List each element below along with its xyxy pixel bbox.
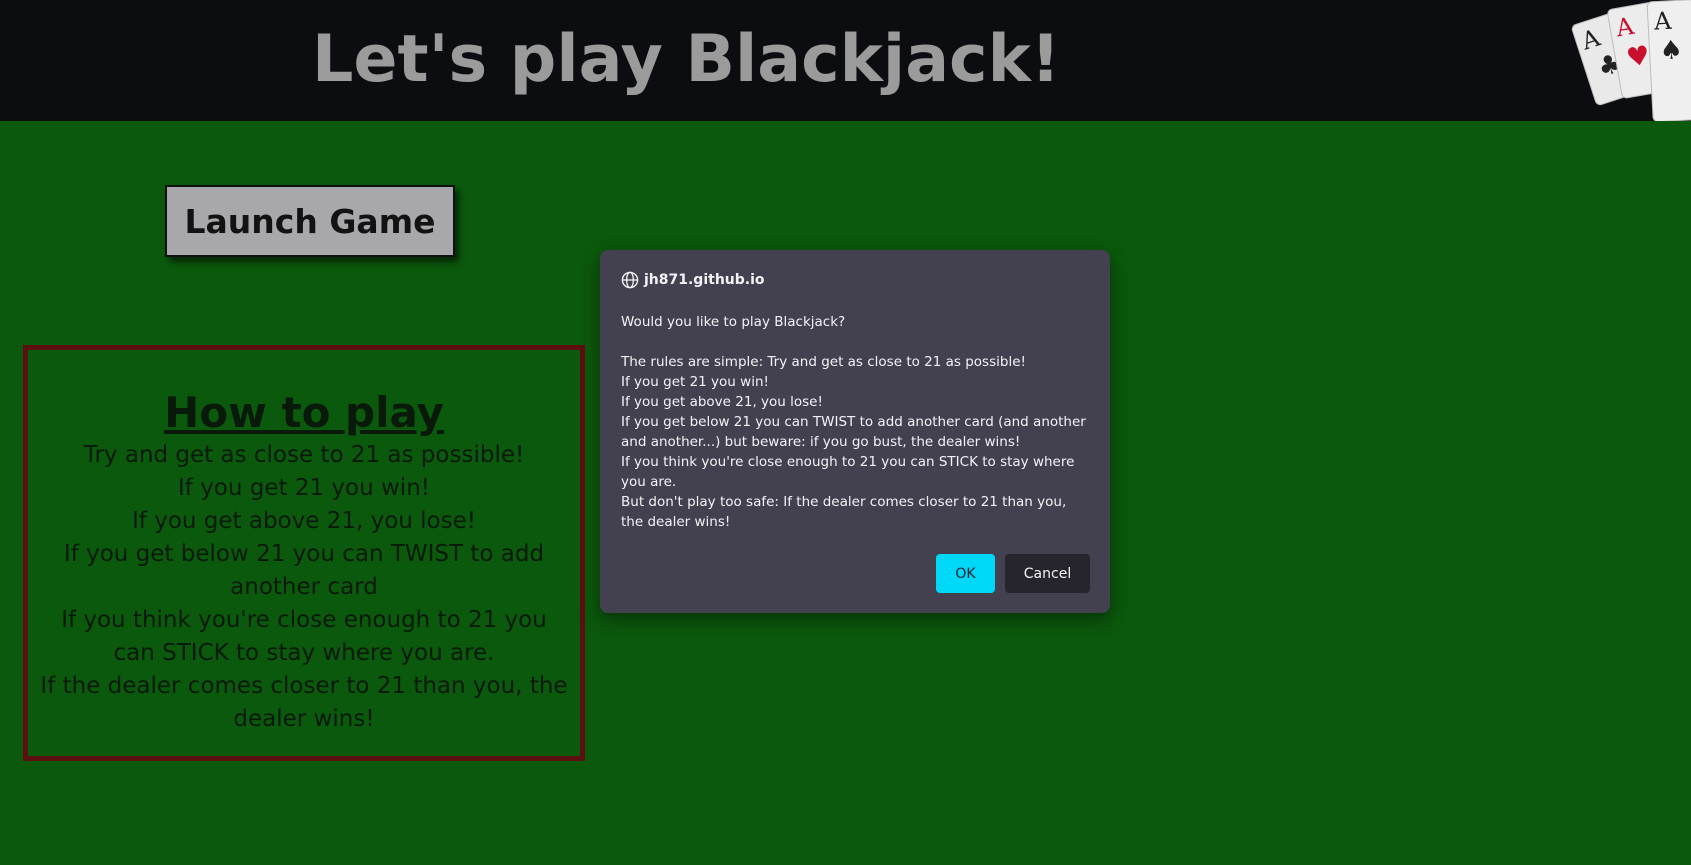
rule-line: If you get 21 you win! <box>178 475 430 501</box>
dialog-question: Would you like to play Blackjack? <box>621 314 846 330</box>
globe-icon <box>621 271 639 289</box>
cancel-button[interactable]: Cancel <box>1005 554 1090 593</box>
how-to-play-heading: How to play <box>164 388 444 437</box>
launch-game-button[interactable]: Launch Game <box>165 185 455 257</box>
dialog-origin: jh871.github.io <box>621 270 765 290</box>
dialog-origin-text: jh871.github.io <box>644 272 765 288</box>
rule-line: Try and get as close to 21 as possible! <box>83 442 525 468</box>
rule-line: If you think you're close enough to 21 y… <box>61 607 547 666</box>
how-to-play-panel: How to play Try and get as close to 21 a… <box>23 345 585 761</box>
page-title: Let's play Blackjack! <box>312 22 1061 97</box>
dialog-rule-line: If you get above 21, you lose! <box>621 394 823 410</box>
dialog-rule-line: But don't play too safe: If the dealer c… <box>621 494 1067 530</box>
rule-line: If you get above 21, you lose! <box>132 508 476 534</box>
confirm-dialog: jh871.github.io Would you like to play B… <box>600 250 1110 613</box>
how-to-play-rules: Try and get as close to 21 as possible! … <box>28 439 580 736</box>
dialog-rule-line: If you think you're close enough to 21 y… <box>621 454 1075 490</box>
rule-line: If you get below 21 you can TWIST to add… <box>63 541 545 600</box>
svg-text:♠: ♠ <box>1659 35 1684 66</box>
site-header: Let's play Blackjack! A ♣ A ♥ A ♠ <box>0 0 1691 121</box>
dialog-rule-line: If you get 21 you win! <box>621 374 769 390</box>
rule-line: If the dealer comes closer to 21 than yo… <box>40 673 568 732</box>
dialog-message: Would you like to play Blackjack? The ru… <box>621 312 1091 532</box>
card-rank: A <box>1652 7 1672 36</box>
dialog-rule-line: The rules are simple: Try and get as clo… <box>621 354 1026 370</box>
ok-button[interactable]: OK <box>936 554 995 593</box>
dialog-rule-line: If you get below 21 you can TWIST to add… <box>621 414 1086 450</box>
three-aces-icon: A ♣ A ♥ A ♠ <box>1555 0 1691 121</box>
